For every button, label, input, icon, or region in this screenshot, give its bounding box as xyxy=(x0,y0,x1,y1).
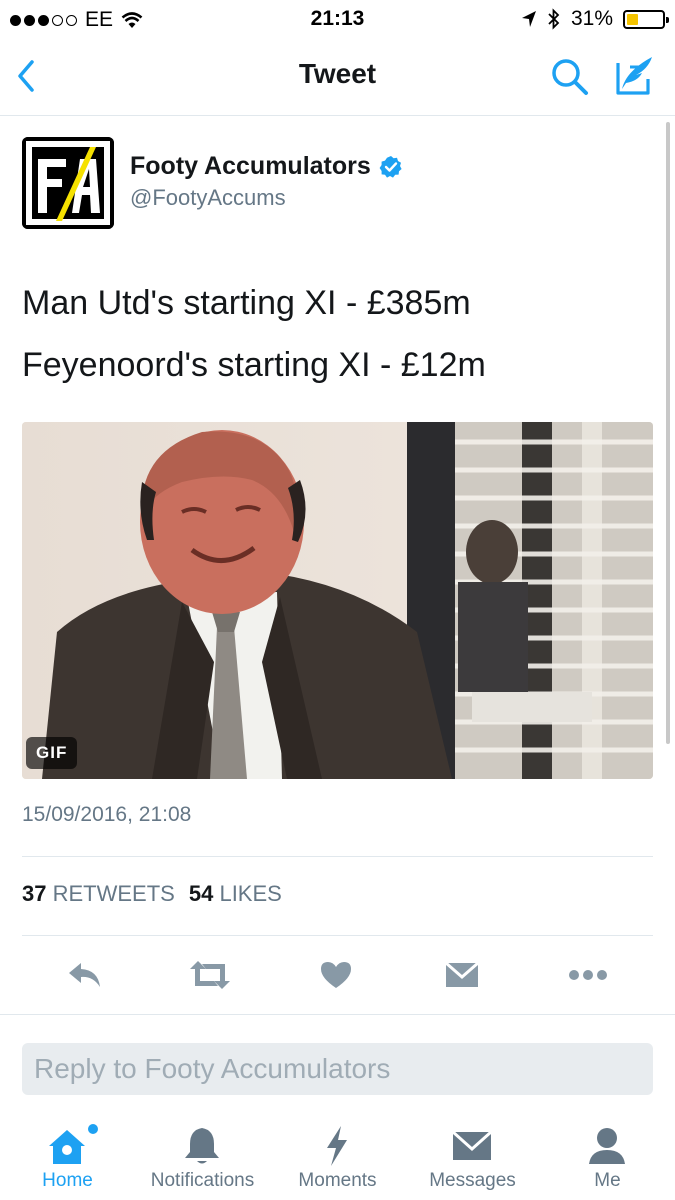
tab-me[interactable]: Me xyxy=(540,1112,675,1200)
gif-still-image xyxy=(22,422,653,779)
tweet-actions xyxy=(0,950,675,1000)
more-options-icon xyxy=(569,970,607,980)
tab-label: Notifications xyxy=(150,1170,255,1191)
person-icon xyxy=(589,1128,625,1164)
bell-icon xyxy=(185,1128,219,1164)
search-icon[interactable] xyxy=(549,56,591,98)
divider xyxy=(22,935,653,936)
likes-stat[interactable]: 54 LIKES xyxy=(189,881,282,907)
divider xyxy=(22,856,653,857)
tweet-timestamp: 15/09/2016, 21:08 xyxy=(22,803,192,826)
verified-badge-icon xyxy=(379,155,402,178)
tweet-gif-media[interactable] xyxy=(22,422,653,779)
author-name-row[interactable]: Footy Accumulators xyxy=(130,152,403,181)
tab-moments[interactable]: Moments xyxy=(270,1112,405,1200)
lightning-icon xyxy=(327,1126,347,1166)
tab-bar: Home Notifications Moments Messages Me xyxy=(0,1112,675,1200)
tab-home[interactable]: Home xyxy=(0,1112,135,1200)
reply-button[interactable] xyxy=(60,950,110,1000)
navigation-bar: Tweet xyxy=(0,38,675,116)
direct-message-button[interactable] xyxy=(437,950,487,1000)
battery-icon xyxy=(623,9,669,29)
retweet-icon xyxy=(190,961,230,989)
tab-label: Moments xyxy=(298,1170,377,1191)
tweet-text-line: Man Utd's starting XI - £385m xyxy=(22,284,471,322)
more-options-button[interactable] xyxy=(563,950,613,1000)
reply-icon xyxy=(69,963,100,987)
tab-label: Me xyxy=(594,1170,621,1191)
gif-badge: GIF xyxy=(26,737,78,769)
tweet-text-line: Feyenoord's starting XI - £12m xyxy=(22,346,486,384)
retweets-stat[interactable]: 37 RETWEETS xyxy=(22,881,175,907)
tab-label: Home xyxy=(42,1170,93,1191)
scrollbar[interactable] xyxy=(666,122,670,744)
new-content-dot xyxy=(88,1124,98,1134)
tweet-stats: 37 RETWEETS 54 LIKES xyxy=(22,881,282,907)
home-icon xyxy=(49,1130,85,1164)
retweet-button[interactable] xyxy=(185,950,235,1000)
tab-label: Messages xyxy=(429,1170,516,1191)
tab-notifications[interactable]: Notifications xyxy=(135,1112,270,1200)
avatar[interactable] xyxy=(22,137,114,229)
battery-percent: 31% xyxy=(570,7,613,30)
footy-accumulators-logo xyxy=(22,137,114,229)
direct-message-icon xyxy=(445,961,479,987)
status-bar: EE 21:13 31% xyxy=(0,0,675,38)
bluetooth-icon xyxy=(548,8,560,30)
tab-messages[interactable]: Messages xyxy=(405,1112,540,1200)
like-button[interactable] xyxy=(311,950,361,1000)
reply-input[interactable] xyxy=(22,1043,653,1095)
display-name[interactable]: Footy Accumulators xyxy=(130,152,371,181)
envelope-icon xyxy=(451,1130,493,1160)
like-heart-icon xyxy=(321,962,351,988)
reply-bar xyxy=(0,1014,675,1110)
location-arrow-icon xyxy=(521,11,536,27)
compose-icon[interactable] xyxy=(612,53,658,99)
tweet-text: Man Utd's starting XI - £385m Feyenoord'… xyxy=(22,272,486,396)
user-handle[interactable]: @FootyAccums xyxy=(130,185,286,211)
